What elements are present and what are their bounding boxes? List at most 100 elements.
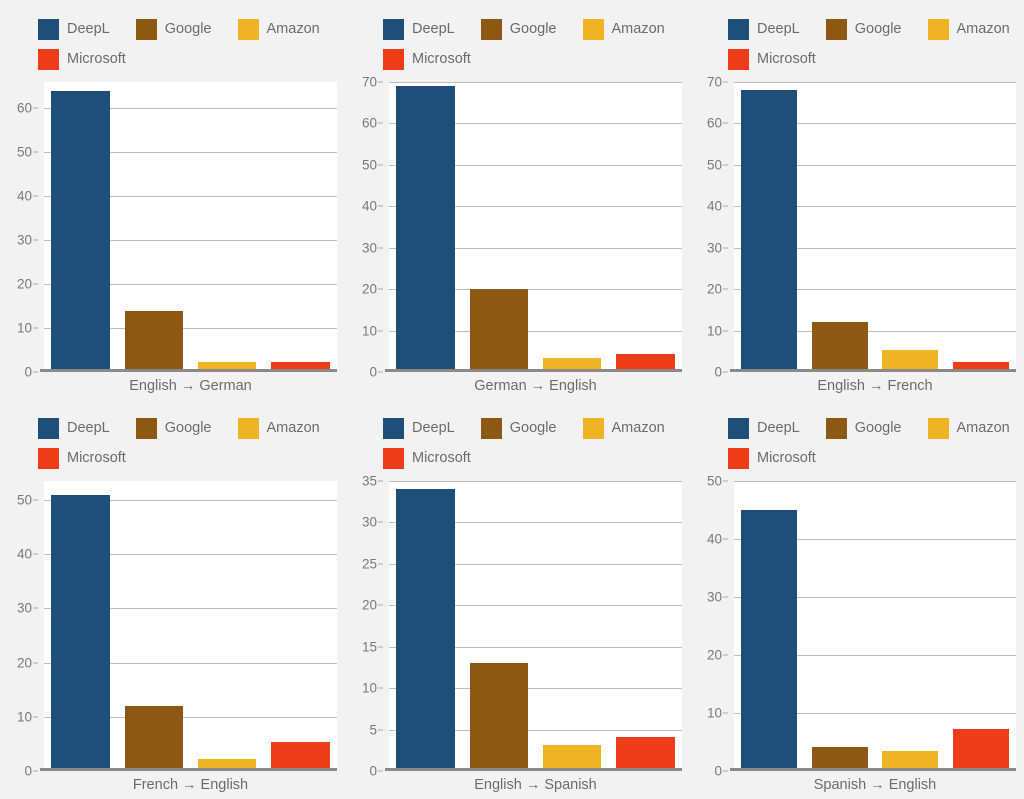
y-axis-tick-mark <box>378 81 383 83</box>
y-axis-tick-mark <box>33 371 38 373</box>
bar-deepl[interactable] <box>396 489 455 771</box>
plot-area <box>734 82 1016 372</box>
legend-item-deepl[interactable]: DeepL <box>728 417 800 439</box>
y-axis-tick-mark <box>33 195 38 197</box>
bar-deepl[interactable] <box>51 494 110 771</box>
legend-item-amazon[interactable]: Amazon <box>237 417 320 439</box>
y-axis-tick-label: 30 <box>16 232 32 248</box>
y-axis-tick-label: 20 <box>361 597 377 613</box>
legend-label: DeepL <box>412 420 455 436</box>
bar-deepl[interactable] <box>51 90 110 372</box>
bar-google[interactable] <box>469 663 529 771</box>
bar-slot <box>536 481 609 771</box>
x-axis-line <box>730 369 1016 372</box>
legend-item-microsoft[interactable]: Microsoft <box>38 48 126 70</box>
y-axis-tick-label: 70 <box>706 74 722 90</box>
chart-panel: DeepL Google Amazon Microsoft 0 10 20 30 40 50 Spa… <box>690 399 1024 798</box>
y-axis-tick-label: 60 <box>706 115 722 131</box>
chart-legend: DeepL Google Amazon Microsoft <box>690 399 1024 481</box>
legend-swatch-microsoft-icon <box>383 447 404 469</box>
y-axis-tick-mark <box>378 205 383 207</box>
legend-item-google[interactable]: Google <box>480 417 557 439</box>
legend-swatch-deepl-icon <box>383 417 404 439</box>
y-axis-tick-label: 30 <box>361 240 377 256</box>
legend-swatch-microsoft-icon <box>728 48 749 70</box>
legend-swatch-amazon-icon <box>582 417 604 439</box>
y-axis-tick-label: 0 <box>24 364 32 380</box>
y-axis-tick-mark <box>378 604 383 606</box>
bar-chart: 0 10 20 30 40 50 60 70 German → English <box>353 75 690 394</box>
y-axis-tick-mark <box>723 371 728 373</box>
legend-item-google[interactable]: Google <box>135 417 212 439</box>
chart-panel: DeepL Google Amazon Microsoft 0 10 20 30 40 50 60 7… <box>345 0 690 399</box>
bar-slot <box>609 82 682 372</box>
legend-item-google[interactable]: Google <box>480 18 557 40</box>
chart-grid: DeepL Google Amazon Microsoft 0 10 20 30 40 50 60 E… <box>0 0 1024 799</box>
bar-google[interactable] <box>469 289 529 372</box>
plot-area <box>389 82 682 372</box>
bar-deepl[interactable] <box>741 90 798 372</box>
y-axis-tick-mark <box>378 288 383 290</box>
bar-microsoft[interactable] <box>952 729 1009 771</box>
legend-item-microsoft[interactable]: Microsoft <box>38 447 126 469</box>
legend-item-deepl[interactable]: DeepL <box>728 18 800 40</box>
legend-item-microsoft[interactable]: Microsoft <box>728 447 816 469</box>
bar-microsoft[interactable] <box>616 737 675 771</box>
y-axis-tick-label: 50 <box>16 144 32 160</box>
bar-slot <box>389 82 462 372</box>
legend-item-microsoft[interactable]: Microsoft <box>383 447 471 469</box>
y-axis-tick-label: 10 <box>706 705 722 721</box>
legend-label: DeepL <box>67 21 110 37</box>
bar-deepl[interactable] <box>741 510 798 771</box>
legend-item-google[interactable]: Google <box>825 18 902 40</box>
bar-deepl[interactable] <box>396 86 455 372</box>
legend-label: Amazon <box>611 21 665 37</box>
legend-swatch-deepl-icon <box>383 18 404 40</box>
legend-item-amazon[interactable]: Amazon <box>582 18 665 40</box>
legend-item-google[interactable]: Google <box>135 18 212 40</box>
legend-item-google[interactable]: Google <box>825 417 902 439</box>
bar-chart: 0 10 20 30 40 50 60 English → German <box>8 82 345 394</box>
bar-google[interactable] <box>124 705 184 771</box>
y-axis-tick-mark <box>378 563 383 565</box>
y-axis-tick-label: 0 <box>24 763 32 779</box>
bar-microsoft[interactable] <box>271 742 330 771</box>
chart-legend: DeepL Google Amazon Microsoft <box>0 0 345 82</box>
legend-item-microsoft[interactable]: Microsoft <box>383 48 471 70</box>
bar-google[interactable] <box>124 310 184 372</box>
legend-item-amazon[interactable]: Amazon <box>927 18 1010 40</box>
legend-label: DeepL <box>67 420 110 436</box>
legend-swatch-amazon-icon <box>582 18 604 40</box>
bar-slot <box>191 481 264 771</box>
legend-item-deepl[interactable]: DeepL <box>383 417 455 439</box>
legend-swatch-deepl-icon <box>728 18 749 40</box>
chart-panel: DeepL Google Amazon Microsoft 0 10 20 30 40 50 Fre… <box>0 399 345 798</box>
legend-swatch-microsoft-icon <box>383 48 404 70</box>
legend-label: DeepL <box>412 21 455 37</box>
y-axis-tick-label: 5 <box>369 722 377 738</box>
bar-slot <box>117 481 190 771</box>
legend-item-amazon[interactable]: Amazon <box>927 417 1010 439</box>
y-axis-tick-label: 30 <box>16 600 32 616</box>
y-axis-tick-label: 35 <box>361 473 377 489</box>
legend-item-deepl[interactable]: DeepL <box>38 417 110 439</box>
legend-label: Amazon <box>611 420 665 436</box>
y-axis: 0 10 20 30 40 50 60 70 <box>353 75 383 380</box>
y-axis-tick-mark <box>33 239 38 241</box>
bar-chart: 0 10 20 30 40 50 Spanish → English <box>698 474 1024 793</box>
legend-row: DeepL Google Amazon <box>38 14 345 44</box>
legend-label: Amazon <box>266 21 320 37</box>
bar-slot <box>462 481 535 771</box>
y-axis-tick-mark <box>33 607 38 609</box>
bar-series <box>734 481 1016 771</box>
legend-swatch-deepl-icon <box>38 417 59 439</box>
bar-google[interactable] <box>811 322 868 372</box>
legend-item-deepl[interactable]: DeepL <box>38 18 110 40</box>
legend-item-deepl[interactable]: DeepL <box>383 18 455 40</box>
legend-label: Amazon <box>956 420 1010 436</box>
legend-item-microsoft[interactable]: Microsoft <box>728 48 816 70</box>
legend-item-amazon[interactable]: Amazon <box>582 417 665 439</box>
legend-item-amazon[interactable]: Amazon <box>237 18 320 40</box>
y-axis-tick-label: 30 <box>361 514 377 530</box>
y-axis-tick-label: 70 <box>361 74 377 90</box>
